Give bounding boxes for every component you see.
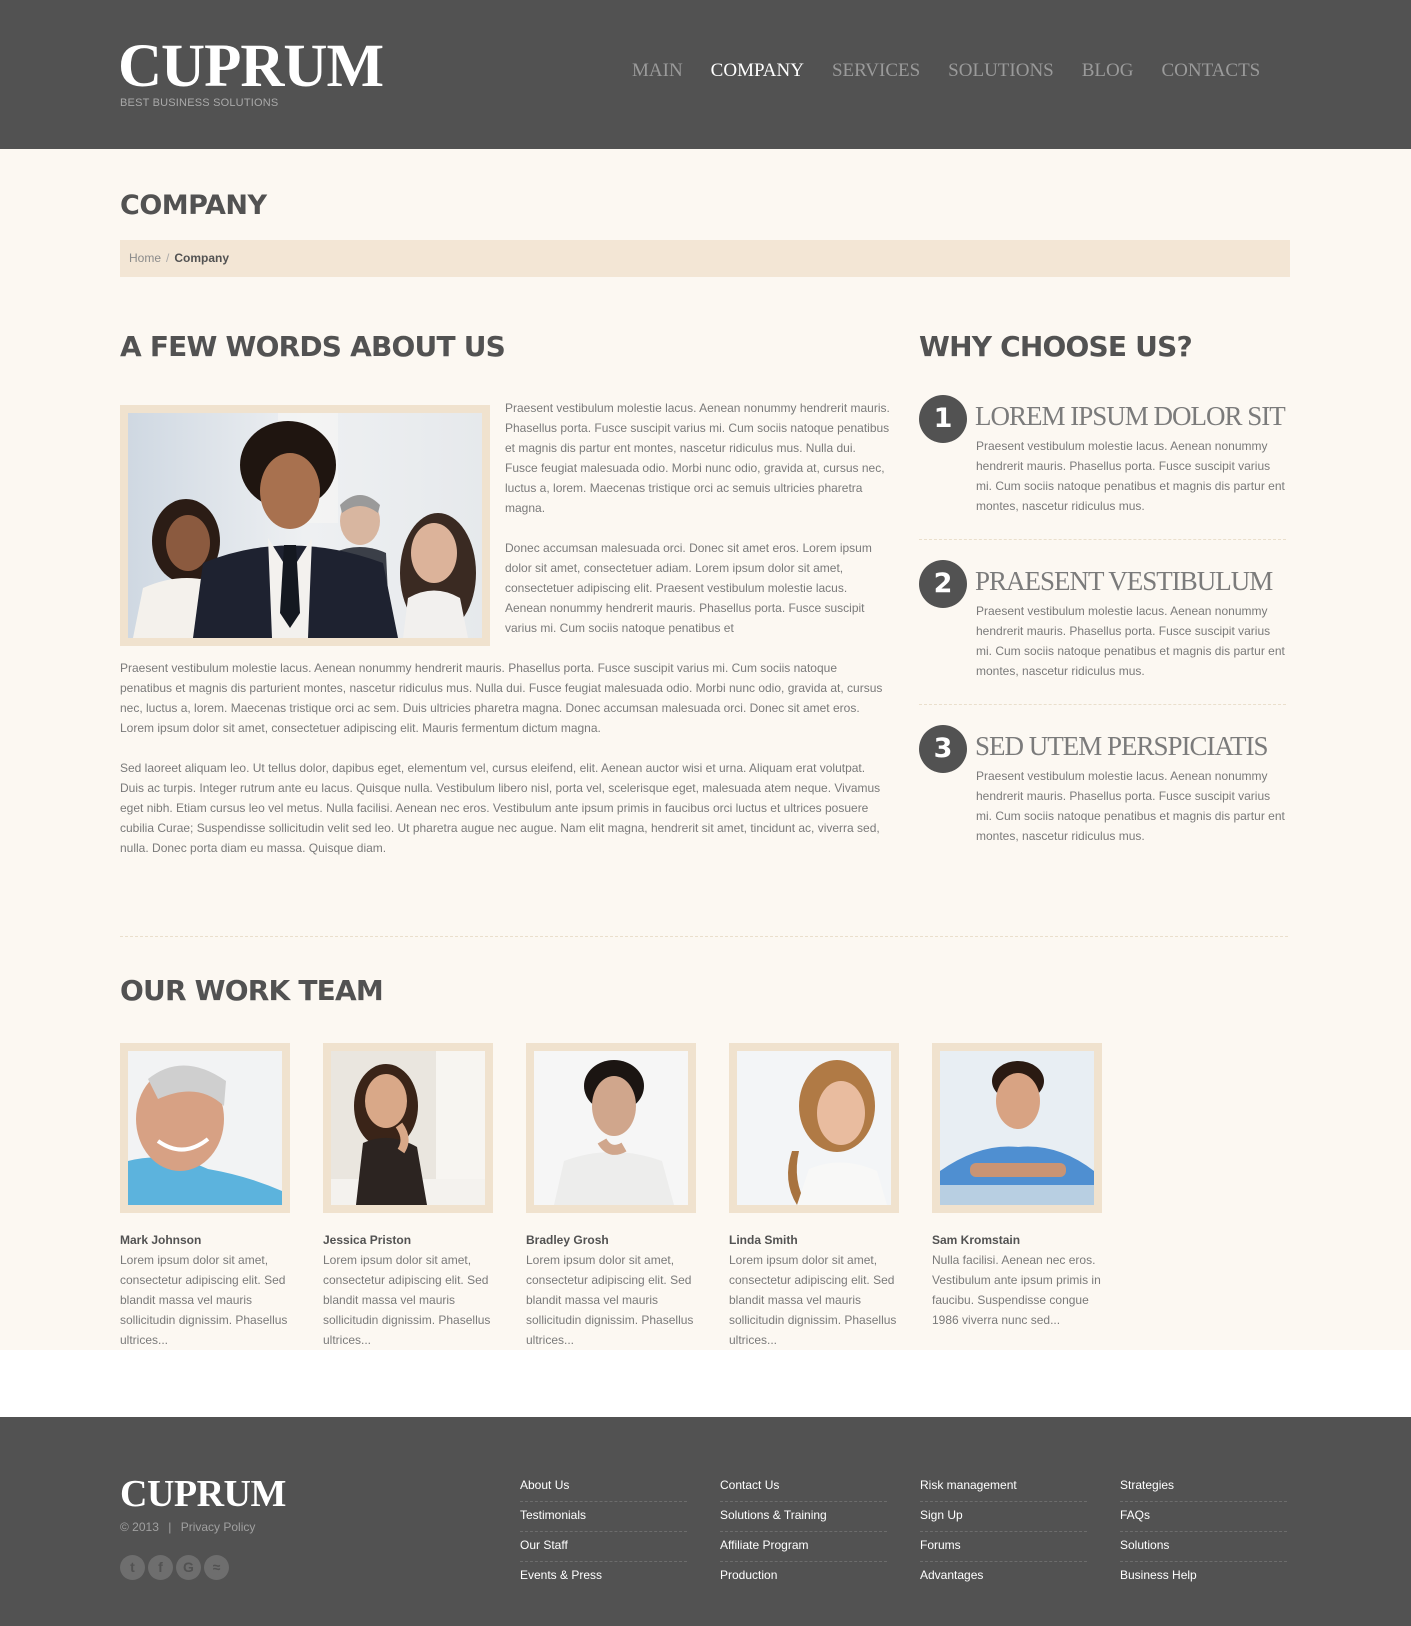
social-links: t f G ≈ bbox=[120, 1555, 232, 1580]
footer-separator: | bbox=[168, 1520, 172, 1534]
footer-link[interactable]: FAQs bbox=[1120, 1502, 1287, 1532]
main-nav: MAIN COMPANY SERVICES SOLUTIONS BLOG CON… bbox=[632, 60, 1288, 82]
footer-link[interactable]: Business Help bbox=[1120, 1562, 1287, 1592]
why-item: 1 LOREM IPSUM DOLOR SIT Praesent vestibu… bbox=[919, 395, 1289, 525]
team-member-bio: Lorem ipsum dolor sit amet, consectetur … bbox=[323, 1253, 491, 1347]
why-item-heading[interactable]: LOREM IPSUM DOLOR SIT bbox=[975, 401, 1286, 432]
footer-column: Risk management Sign Up Forums Advantage… bbox=[920, 1472, 1087, 1592]
nav-item-main[interactable]: MAIN bbox=[632, 60, 683, 82]
google-icon[interactable]: G bbox=[176, 1555, 201, 1580]
nav-item-services[interactable]: SERVICES bbox=[832, 60, 920, 82]
about-paragraph-3: Praesent vestibulum molestie lacus. Aene… bbox=[120, 661, 883, 735]
why-item-text: Praesent vestibulum molestie lacus. Aene… bbox=[976, 439, 1285, 513]
why-item-heading[interactable]: PRAESENT VESTIBULUM bbox=[975, 566, 1273, 597]
breadcrumb-current: Company bbox=[174, 251, 230, 265]
number-badge: 2 bbox=[919, 560, 967, 608]
portrait-image bbox=[331, 1051, 485, 1205]
about-paragraph-1: Praesent vestibulum molestie lacus. Aene… bbox=[505, 401, 890, 515]
about-team-photo bbox=[120, 405, 490, 646]
divider bbox=[919, 704, 1286, 705]
site-footer: CUPRUM © 2013 | Privacy Policy t f G ≈ A… bbox=[0, 1417, 1411, 1626]
footer-link[interactable]: Affiliate Program bbox=[720, 1532, 887, 1562]
about-paragraph-4: Sed laoreet aliquam leo. Ut tellus dolor… bbox=[120, 761, 881, 855]
footer-link[interactable]: Solutions bbox=[1120, 1532, 1287, 1562]
footer-link[interactable]: Strategies bbox=[1120, 1472, 1287, 1502]
divider bbox=[919, 539, 1286, 540]
footer-link[interactable]: Solutions & Training bbox=[720, 1502, 887, 1532]
team-member-name[interactable]: Linda Smith bbox=[729, 1233, 905, 1247]
number-badge: 3 bbox=[919, 725, 967, 773]
number-badge: 1 bbox=[919, 395, 967, 443]
portrait-image bbox=[940, 1051, 1094, 1205]
team-member-photo[interactable] bbox=[526, 1043, 696, 1213]
site-logo[interactable]: CUPRUM bbox=[118, 36, 384, 97]
privacy-policy-link[interactable]: Privacy Policy bbox=[181, 1520, 256, 1534]
breadcrumb-home-link[interactable]: Home bbox=[129, 251, 161, 265]
nav-item-solutions[interactable]: SOLUTIONS bbox=[948, 60, 1054, 82]
footer-link[interactable]: Testimonials bbox=[520, 1502, 687, 1532]
footer-logo[interactable]: CUPRUM bbox=[120, 1475, 286, 1513]
team-member-photo[interactable] bbox=[932, 1043, 1102, 1213]
nav-item-company[interactable]: COMPANY bbox=[711, 60, 804, 82]
team-member-photo[interactable] bbox=[729, 1043, 899, 1213]
footer-column: Contact Us Solutions & Training Affiliat… bbox=[720, 1472, 887, 1592]
about-title: A FEW WORDS ABOUT US bbox=[120, 330, 506, 363]
rss-icon[interactable]: ≈ bbox=[204, 1555, 229, 1580]
why-item: 3 SED UTEM PERSPICIATIS Praesent vestibu… bbox=[919, 725, 1289, 855]
facebook-icon[interactable]: f bbox=[148, 1555, 173, 1580]
team-member-name[interactable]: Bradley Grosh bbox=[526, 1233, 702, 1247]
footer-copyright: © 2013 | Privacy Policy bbox=[120, 1520, 255, 1534]
portrait-image bbox=[534, 1051, 688, 1205]
team-member-card: Jessica Priston Lorem ipsum dolor sit am… bbox=[323, 1043, 499, 1350]
team-member-bio: Lorem ipsum dolor sit amet, consectetur … bbox=[120, 1253, 288, 1347]
footer-link[interactable]: About Us bbox=[520, 1472, 687, 1502]
group-photo-image bbox=[128, 413, 482, 638]
team-member-card: Linda Smith Lorem ipsum dolor sit amet, … bbox=[729, 1043, 905, 1350]
why-item-text: Praesent vestibulum molestie lacus. Aene… bbox=[976, 769, 1285, 843]
about-paragraph-2: Donec accumsan malesuada orci. Donec sit… bbox=[505, 541, 872, 635]
breadcrumb-separator: / bbox=[166, 251, 170, 265]
team-member-bio: Nulla facilisi. Aenean nec eros. Vestibu… bbox=[932, 1253, 1101, 1327]
site-tagline: BEST BUSINESS SOLUTIONS bbox=[120, 97, 279, 109]
footer-link[interactable]: Our Staff bbox=[520, 1532, 687, 1562]
team-member-photo[interactable] bbox=[323, 1043, 493, 1213]
page-title: COMPANY bbox=[120, 190, 267, 221]
team-member-photo[interactable] bbox=[120, 1043, 290, 1213]
footer-link[interactable]: Contact Us bbox=[720, 1472, 887, 1502]
site-header: CUPRUM BEST BUSINESS SOLUTIONS MAIN COMP… bbox=[0, 0, 1411, 149]
footer-column: About Us Testimonials Our Staff Events &… bbox=[520, 1472, 687, 1592]
why-title: WHY CHOOSE US? bbox=[919, 330, 1193, 363]
why-item: 2 PRAESENT VESTIBULUM Praesent vestibulu… bbox=[919, 560, 1289, 690]
footer-column: Strategies FAQs Solutions Business Help bbox=[1120, 1472, 1287, 1592]
breadcrumb: Home / Company bbox=[120, 240, 1290, 277]
footer-link[interactable]: Production bbox=[720, 1562, 887, 1592]
team-title: OUR WORK TEAM bbox=[120, 974, 384, 1007]
footer-link[interactable]: Advantages bbox=[920, 1562, 1087, 1592]
team-member-name[interactable]: Mark Johnson bbox=[120, 1233, 296, 1247]
portrait-image bbox=[737, 1051, 891, 1205]
main-content: COMPANY Home / Company A FEW WORDS ABOUT U… bbox=[0, 149, 1411, 1350]
nav-item-contacts[interactable]: CONTACTS bbox=[1161, 60, 1260, 82]
footer-link[interactable]: Events & Press bbox=[520, 1562, 687, 1592]
team-member-bio: Lorem ipsum dolor sit amet, consectetur … bbox=[526, 1253, 694, 1347]
footer-link[interactable]: Sign Up bbox=[920, 1502, 1087, 1532]
team-member-name[interactable]: Jessica Priston bbox=[323, 1233, 499, 1247]
section-divider bbox=[120, 936, 1288, 937]
why-item-text: Praesent vestibulum molestie lacus. Aene… bbox=[976, 604, 1285, 678]
copyright-text: © 2013 bbox=[120, 1520, 159, 1534]
team-member-card: Mark Johnson Lorem ipsum dolor sit amet,… bbox=[120, 1043, 296, 1350]
why-item-heading[interactable]: SED UTEM PERSPICIATIS bbox=[975, 731, 1269, 762]
nav-item-blog[interactable]: BLOG bbox=[1082, 60, 1134, 82]
twitter-icon[interactable]: t bbox=[120, 1555, 145, 1580]
team-member-name[interactable]: Sam Kromstain bbox=[932, 1233, 1108, 1247]
footer-link[interactable]: Forums bbox=[920, 1532, 1087, 1562]
footer-link[interactable]: Risk management bbox=[920, 1472, 1087, 1502]
team-member-card: Bradley Grosh Lorem ipsum dolor sit amet… bbox=[526, 1043, 702, 1350]
portrait-image bbox=[128, 1051, 282, 1205]
team-member-card: Sam Kromstain Nulla facilisi. Aenean nec… bbox=[932, 1043, 1108, 1330]
team-member-bio: Lorem ipsum dolor sit amet, consectetur … bbox=[729, 1253, 897, 1347]
